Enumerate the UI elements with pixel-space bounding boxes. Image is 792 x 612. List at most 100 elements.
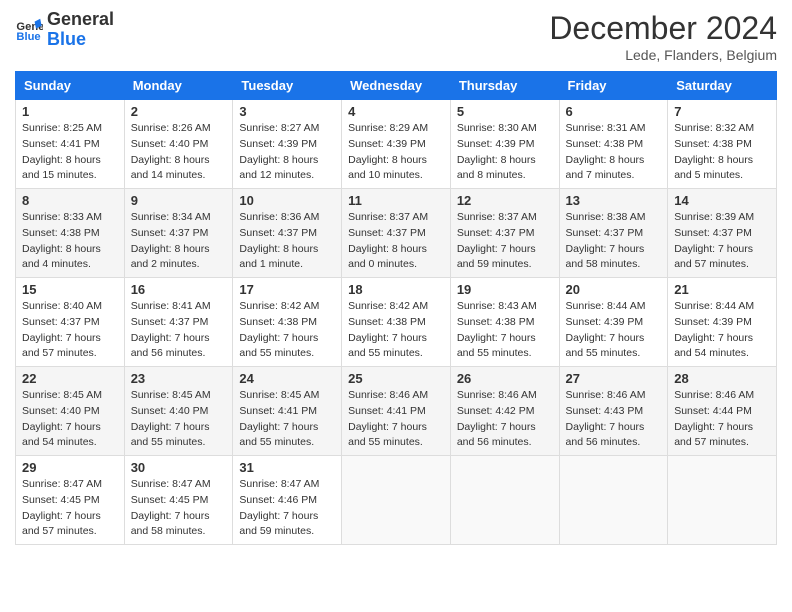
day-number: 21 [674,282,770,297]
day-info: Sunrise: 8:38 AM Sunset: 4:37 PM Dayligh… [566,210,662,273]
page-container: General Blue General Blue December 2024 … [0,0,792,555]
table-cell: 15 Sunrise: 8:40 AM Sunset: 4:37 PM Dayl… [16,278,125,367]
header-wednesday: Wednesday [342,72,451,100]
day-number: 22 [22,371,118,386]
location-subtitle: Lede, Flanders, Belgium [549,47,777,63]
table-cell: 17 Sunrise: 8:42 AM Sunset: 4:38 PM Dayl… [233,278,342,367]
table-cell [450,456,559,545]
day-number: 23 [131,371,227,386]
day-info: Sunrise: 8:42 AM Sunset: 4:38 PM Dayligh… [239,299,335,362]
day-number: 7 [674,104,770,119]
table-cell: 26 Sunrise: 8:46 AM Sunset: 4:42 PM Dayl… [450,367,559,456]
day-info: Sunrise: 8:46 AM Sunset: 4:43 PM Dayligh… [566,388,662,451]
table-cell: 23 Sunrise: 8:45 AM Sunset: 4:40 PM Dayl… [124,367,233,456]
day-info: Sunrise: 8:25 AM Sunset: 4:41 PM Dayligh… [22,121,118,184]
day-info: Sunrise: 8:44 AM Sunset: 4:39 PM Dayligh… [674,299,770,362]
day-info: Sunrise: 8:30 AM Sunset: 4:39 PM Dayligh… [457,121,553,184]
table-cell: 25 Sunrise: 8:46 AM Sunset: 4:41 PM Dayl… [342,367,451,456]
logo-icon: General Blue [15,16,43,44]
weekday-header-row: Sunday Monday Tuesday Wednesday Thursday… [16,72,777,100]
day-number: 24 [239,371,335,386]
day-info: Sunrise: 8:32 AM Sunset: 4:38 PM Dayligh… [674,121,770,184]
table-cell: 22 Sunrise: 8:45 AM Sunset: 4:40 PM Dayl… [16,367,125,456]
table-cell: 6 Sunrise: 8:31 AM Sunset: 4:38 PM Dayli… [559,100,668,189]
table-cell: 29 Sunrise: 8:47 AM Sunset: 4:45 PM Dayl… [16,456,125,545]
header-monday: Monday [124,72,233,100]
title-block: December 2024 Lede, Flanders, Belgium [549,10,777,63]
day-info: Sunrise: 8:45 AM Sunset: 4:41 PM Dayligh… [239,388,335,451]
header-friday: Friday [559,72,668,100]
day-info: Sunrise: 8:40 AM Sunset: 4:37 PM Dayligh… [22,299,118,362]
table-cell: 30 Sunrise: 8:47 AM Sunset: 4:45 PM Dayl… [124,456,233,545]
day-info: Sunrise: 8:41 AM Sunset: 4:37 PM Dayligh… [131,299,227,362]
table-cell: 28 Sunrise: 8:46 AM Sunset: 4:44 PM Dayl… [668,367,777,456]
day-number: 19 [457,282,553,297]
table-cell: 31 Sunrise: 8:47 AM Sunset: 4:46 PM Dayl… [233,456,342,545]
day-info: Sunrise: 8:46 AM Sunset: 4:42 PM Dayligh… [457,388,553,451]
day-number: 10 [239,193,335,208]
day-number: 13 [566,193,662,208]
day-info: Sunrise: 8:39 AM Sunset: 4:37 PM Dayligh… [674,210,770,273]
table-cell: 5 Sunrise: 8:30 AM Sunset: 4:39 PM Dayli… [450,100,559,189]
day-info: Sunrise: 8:27 AM Sunset: 4:39 PM Dayligh… [239,121,335,184]
table-cell [342,456,451,545]
day-number: 5 [457,104,553,119]
table-cell: 12 Sunrise: 8:37 AM Sunset: 4:37 PM Dayl… [450,189,559,278]
table-cell: 7 Sunrise: 8:32 AM Sunset: 4:38 PM Dayli… [668,100,777,189]
day-number: 1 [22,104,118,119]
day-info: Sunrise: 8:34 AM Sunset: 4:37 PM Dayligh… [131,210,227,273]
day-number: 11 [348,193,444,208]
header-sunday: Sunday [16,72,125,100]
day-number: 28 [674,371,770,386]
table-cell: 21 Sunrise: 8:44 AM Sunset: 4:39 PM Dayl… [668,278,777,367]
logo: General Blue General Blue [15,10,114,50]
table-cell: 16 Sunrise: 8:41 AM Sunset: 4:37 PM Dayl… [124,278,233,367]
day-info: Sunrise: 8:44 AM Sunset: 4:39 PM Dayligh… [566,299,662,362]
day-info: Sunrise: 8:33 AM Sunset: 4:38 PM Dayligh… [22,210,118,273]
day-number: 3 [239,104,335,119]
table-cell: 11 Sunrise: 8:37 AM Sunset: 4:37 PM Dayl… [342,189,451,278]
day-number: 4 [348,104,444,119]
header: General Blue General Blue December 2024 … [15,10,777,63]
table-cell: 18 Sunrise: 8:42 AM Sunset: 4:38 PM Dayl… [342,278,451,367]
day-info: Sunrise: 8:26 AM Sunset: 4:40 PM Dayligh… [131,121,227,184]
svg-text:Blue: Blue [16,31,40,43]
day-info: Sunrise: 8:46 AM Sunset: 4:44 PM Dayligh… [674,388,770,451]
table-cell: 3 Sunrise: 8:27 AM Sunset: 4:39 PM Dayli… [233,100,342,189]
table-cell: 13 Sunrise: 8:38 AM Sunset: 4:37 PM Dayl… [559,189,668,278]
day-number: 17 [239,282,335,297]
day-number: 30 [131,460,227,475]
table-cell: 14 Sunrise: 8:39 AM Sunset: 4:37 PM Dayl… [668,189,777,278]
month-title: December 2024 [549,10,777,47]
day-info: Sunrise: 8:29 AM Sunset: 4:39 PM Dayligh… [348,121,444,184]
table-cell [559,456,668,545]
day-number: 31 [239,460,335,475]
table-cell: 2 Sunrise: 8:26 AM Sunset: 4:40 PM Dayli… [124,100,233,189]
day-number: 2 [131,104,227,119]
calendar-table: Sunday Monday Tuesday Wednesday Thursday… [15,71,777,545]
day-info: Sunrise: 8:46 AM Sunset: 4:41 PM Dayligh… [348,388,444,451]
day-info: Sunrise: 8:47 AM Sunset: 4:45 PM Dayligh… [131,477,227,540]
day-number: 9 [131,193,227,208]
day-info: Sunrise: 8:31 AM Sunset: 4:38 PM Dayligh… [566,121,662,184]
day-info: Sunrise: 8:37 AM Sunset: 4:37 PM Dayligh… [457,210,553,273]
table-cell: 19 Sunrise: 8:43 AM Sunset: 4:38 PM Dayl… [450,278,559,367]
day-number: 6 [566,104,662,119]
header-saturday: Saturday [668,72,777,100]
logo-text: General Blue [47,10,114,50]
day-info: Sunrise: 8:42 AM Sunset: 4:38 PM Dayligh… [348,299,444,362]
header-tuesday: Tuesday [233,72,342,100]
day-info: Sunrise: 8:47 AM Sunset: 4:46 PM Dayligh… [239,477,335,540]
day-info: Sunrise: 8:43 AM Sunset: 4:38 PM Dayligh… [457,299,553,362]
table-cell: 4 Sunrise: 8:29 AM Sunset: 4:39 PM Dayli… [342,100,451,189]
day-number: 18 [348,282,444,297]
day-number: 29 [22,460,118,475]
table-cell: 10 Sunrise: 8:36 AM Sunset: 4:37 PM Dayl… [233,189,342,278]
table-cell: 24 Sunrise: 8:45 AM Sunset: 4:41 PM Dayl… [233,367,342,456]
header-thursday: Thursday [450,72,559,100]
day-number: 15 [22,282,118,297]
day-info: Sunrise: 8:45 AM Sunset: 4:40 PM Dayligh… [22,388,118,451]
table-cell [668,456,777,545]
day-number: 26 [457,371,553,386]
day-number: 27 [566,371,662,386]
